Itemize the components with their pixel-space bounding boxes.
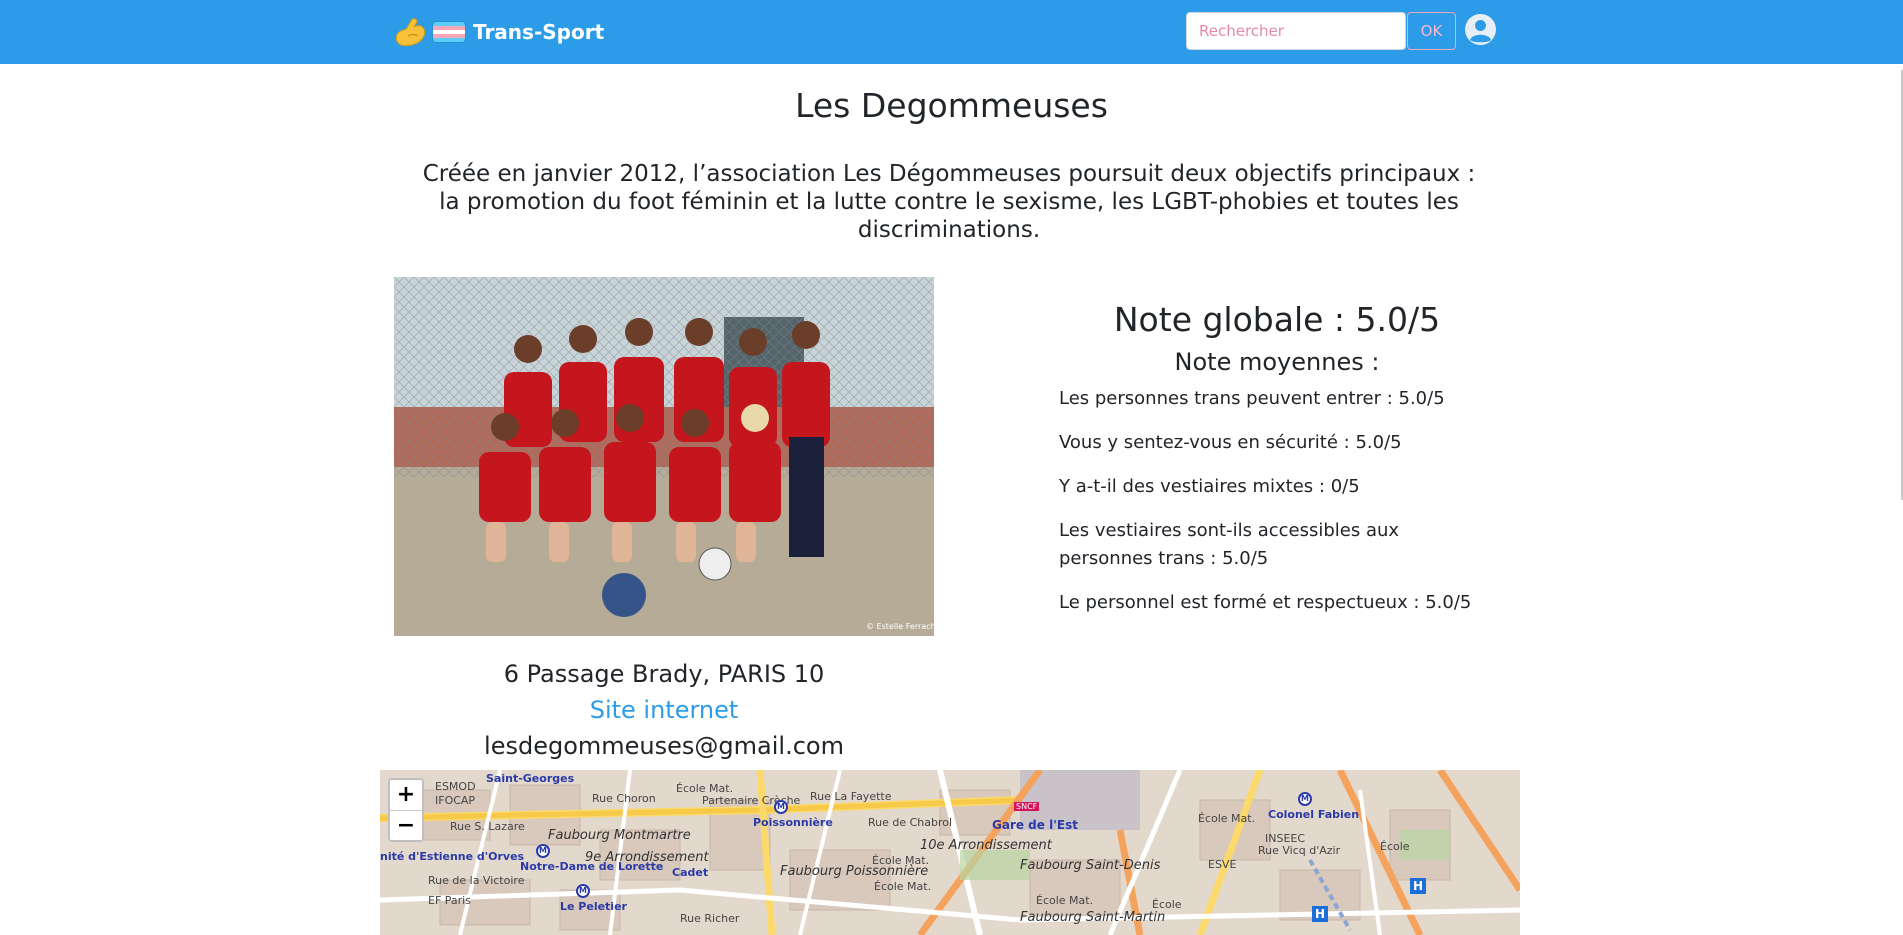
hospital-icon: H (1312, 906, 1328, 922)
place-email: lesdegommeuses@gmail.com (484, 732, 844, 760)
overall-rating: Note globale : 5.0/5 (1113, 300, 1441, 339)
metro-station-icon: M (774, 800, 788, 814)
map-label: École Mat. (874, 880, 932, 893)
map-label: 9e Arrondissement (585, 850, 709, 865)
map-label: Rue S. Lazare (450, 820, 525, 833)
hospital-icon: H (1410, 878, 1426, 894)
brand-name: Trans-Sport (473, 20, 605, 44)
map-label: Le Peletier (560, 900, 627, 913)
map-label: Saint-Georges (486, 772, 575, 785)
map-label: Rue Vicq d'Azir (1258, 844, 1341, 857)
metro-station-icon: M (576, 884, 590, 898)
map-label: Rue de Chabrol (868, 816, 953, 829)
search-input[interactable] (1186, 12, 1406, 50)
average-ratings-title: Note moyennes : (1174, 348, 1380, 376)
map-label: 10e Arrondissement (920, 838, 1052, 853)
map-label: École Mat. (1198, 812, 1256, 825)
user-account-icon[interactable] (1464, 13, 1497, 46)
map-zoom-control: + − (388, 778, 424, 842)
location-map[interactable]: + − ESMOD IFOCAP Saint-Georges Rue Choro… (380, 770, 1520, 935)
place-address: 6 Passage Brady, PARIS 10 (503, 660, 825, 688)
rating-item: Les vestiaires sont-ils accessibles aux … (1059, 520, 1400, 569)
map-label: Gare de l'Est (992, 818, 1078, 832)
rating-item: Le personnel est formé et respectueux : … (1059, 592, 1472, 613)
map-label: Poissonnière (753, 816, 833, 829)
map-label: Rue de la Victoire (428, 874, 525, 887)
metro-station-icon: M (536, 844, 550, 858)
map-label: Rue La Fayette (810, 790, 892, 803)
map-label: Faubourg Saint-Denis (1020, 858, 1161, 873)
map-label: IFOCAP (435, 794, 476, 807)
map-label: SNCF (1014, 802, 1040, 811)
map-label: ESVE (1208, 858, 1237, 871)
map-label: Rue Richer (680, 912, 740, 925)
zoom-in-button[interactable]: + (390, 780, 422, 810)
metro-station-icon: M (1298, 792, 1312, 806)
page-title: Les Degommeuses (795, 86, 1108, 125)
flexed-biceps-icon (395, 18, 426, 47)
top-navbar: Trans-Sport OK (0, 0, 1903, 64)
rating-item: Y a-t-il des vestiaires mixtes : 0/5 (1059, 476, 1360, 497)
rating-item: Les personnes trans peuvent entrer : 5.0… (1059, 388, 1445, 409)
map-label: École Mat. (1036, 894, 1094, 907)
map-label: nité d'Estienne d'Orves (380, 850, 525, 863)
transgender-flag-icon (433, 22, 465, 42)
place-description: Créée en janvier 2012, l’association Les… (422, 161, 1476, 243)
map-label: Faubourg Montmartre (548, 828, 691, 843)
ratings-list: Les personnes trans peuvent entrer : 5.0… (1059, 385, 1495, 633)
map-label: École Mat. (872, 854, 930, 867)
zoom-out-button[interactable]: − (390, 810, 422, 840)
search-button[interactable]: OK (1407, 12, 1456, 50)
map-label: École (1380, 840, 1410, 853)
map-label: Cadet (672, 866, 709, 879)
map-label: EF Paris (428, 894, 471, 907)
website-link[interactable]: Site internet (394, 696, 934, 724)
map-label: Rue Choron (592, 792, 656, 805)
brand-link[interactable]: Trans-Sport (393, 12, 604, 52)
rating-item: Vous y sentez-vous en sécurité : 5.0/5 (1059, 432, 1402, 453)
map-label: ESMOD (435, 780, 476, 793)
map-label: Faubourg Saint-Martin (1020, 910, 1166, 925)
photo-credit: © Estelle Ferrach (866, 622, 934, 631)
map-label: Colonel Fabien (1268, 808, 1360, 821)
team-photo: © Estelle Ferrach (394, 277, 934, 636)
